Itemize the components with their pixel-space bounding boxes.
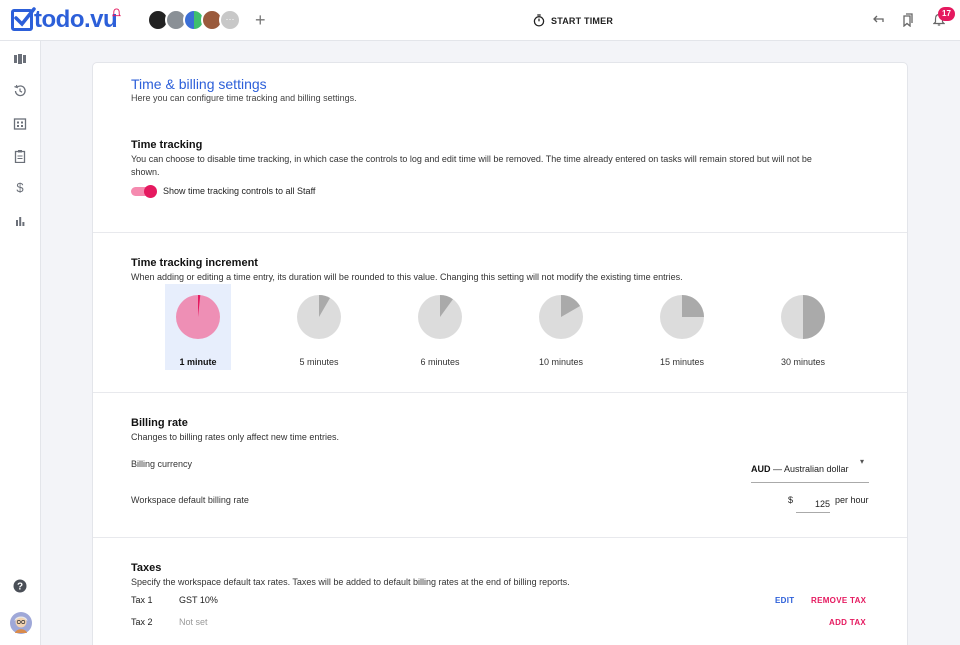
- increment-pie-icon: [660, 295, 704, 339]
- increment-pie-icon: [297, 295, 341, 339]
- caret-down-icon: ▾: [860, 457, 865, 466]
- time-tracking-description: You can choose to disable time tracking,…: [131, 154, 812, 177]
- avatar-overflow[interactable]: ···: [219, 9, 241, 31]
- time-tracking-section: Time & billing settings Here you can con…: [93, 63, 907, 233]
- increment-pie-icon: [539, 295, 583, 339]
- clipboard-icon[interactable]: [13, 149, 27, 163]
- logo-text: todo.vu: [34, 6, 118, 33]
- increment-pie-icon: [176, 295, 220, 339]
- rate-unit: per hour: [835, 495, 869, 505]
- history-icon[interactable]: [13, 84, 27, 98]
- help-icon[interactable]: ?: [13, 579, 27, 593]
- settings-card: Time & billing settings Here you can con…: [92, 62, 908, 645]
- add-tax-button[interactable]: ADD TAX: [829, 618, 866, 627]
- currency-code: AUD: [751, 464, 771, 474]
- billing-rate-input[interactable]: 125: [796, 491, 830, 513]
- team-avatars[interactable]: ···: [147, 9, 241, 31]
- increment-option[interactable]: 15 minutes: [649, 284, 715, 370]
- dollar-icon[interactable]: $: [13, 181, 27, 195]
- taxes-description: Specify the workspace default tax rates.…: [131, 577, 570, 587]
- boards-icon[interactable]: [13, 52, 27, 66]
- page-subtitle: Here you can configure time tracking and…: [131, 93, 357, 103]
- currency-name: — Australian dollar: [773, 464, 849, 474]
- increment-description: When adding or editing a time entry, its…: [131, 272, 683, 282]
- stopwatch-icon: [533, 14, 545, 27]
- tax1-label: Tax 1: [131, 595, 153, 605]
- top-bar: todo.vu ··· + START TIMER 17: [0, 0, 960, 41]
- increment-option-label: 6 minutes: [420, 357, 460, 367]
- reports-icon[interactable]: [13, 214, 27, 228]
- increment-option-label: 5 minutes: [299, 357, 339, 367]
- user-avatar[interactable]: [10, 612, 32, 634]
- rate-currency-symbol: $: [788, 495, 794, 505]
- time-tracking-toggle-label: Show time tracking controls to all Staff: [163, 186, 316, 196]
- increment-option-label: 30 minutes: [780, 357, 826, 367]
- tax1-value: GST 10%: [179, 595, 218, 605]
- tax2-label: Tax 2: [131, 617, 153, 627]
- billing-currency-label: Billing currency: [131, 459, 193, 469]
- increment-option-label: 1 minute: [179, 357, 217, 367]
- billing-rate-label: Workspace default billing rate: [131, 495, 249, 505]
- bell-icon[interactable]: [112, 8, 121, 18]
- add-member-icon[interactable]: +: [255, 10, 266, 30]
- page-title: Time & billing settings: [131, 76, 267, 92]
- sidebar: $ ?: [0, 41, 41, 645]
- billing-rate-heading: Billing rate: [131, 417, 188, 429]
- tax2-value: Not set: [179, 617, 208, 627]
- svg-text:?: ?: [17, 582, 23, 593]
- bookmarks-icon[interactable]: [902, 13, 914, 27]
- notification-count-badge[interactable]: 17: [938, 7, 955, 21]
- increment-pie-slice: [682, 295, 704, 317]
- increment-option[interactable]: 30 minutes: [770, 284, 836, 370]
- logo-check-icon: [11, 7, 36, 31]
- increment-pie-slice: [803, 295, 825, 339]
- increment-option-label: 10 minutes: [538, 357, 584, 367]
- increment-option[interactable]: 1 minute: [165, 284, 231, 370]
- time-tracking-toggle[interactable]: [131, 185, 157, 198]
- increment-pie-icon: [418, 295, 462, 339]
- undo-icon[interactable]: [872, 13, 885, 26]
- increment-heading: Time tracking increment: [131, 257, 258, 269]
- billing-rate-description: Changes to billing rates only affect new…: [131, 432, 339, 442]
- increment-option-label: 15 minutes: [659, 357, 705, 367]
- start-timer-label: START TIMER: [551, 15, 614, 26]
- edit-tax-button[interactable]: EDIT: [775, 596, 794, 605]
- increment-option[interactable]: 10 minutes: [528, 284, 594, 370]
- increment-pie-icon: [781, 295, 825, 339]
- remove-tax-button[interactable]: REMOVE TAX: [811, 596, 866, 605]
- increment-option[interactable]: 5 minutes: [286, 284, 352, 370]
- taxes-heading: Taxes: [131, 562, 162, 574]
- company-icon[interactable]: [13, 117, 27, 131]
- todo-vu-logo[interactable]: todo.vu: [11, 6, 118, 34]
- start-timer-button[interactable]: START TIMER: [533, 14, 613, 27]
- increment-option[interactable]: 6 minutes: [407, 284, 473, 370]
- billing-currency-select[interactable]: AUD — Australian dollar ▾: [751, 457, 869, 483]
- time-tracking-heading: Time tracking: [131, 139, 203, 151]
